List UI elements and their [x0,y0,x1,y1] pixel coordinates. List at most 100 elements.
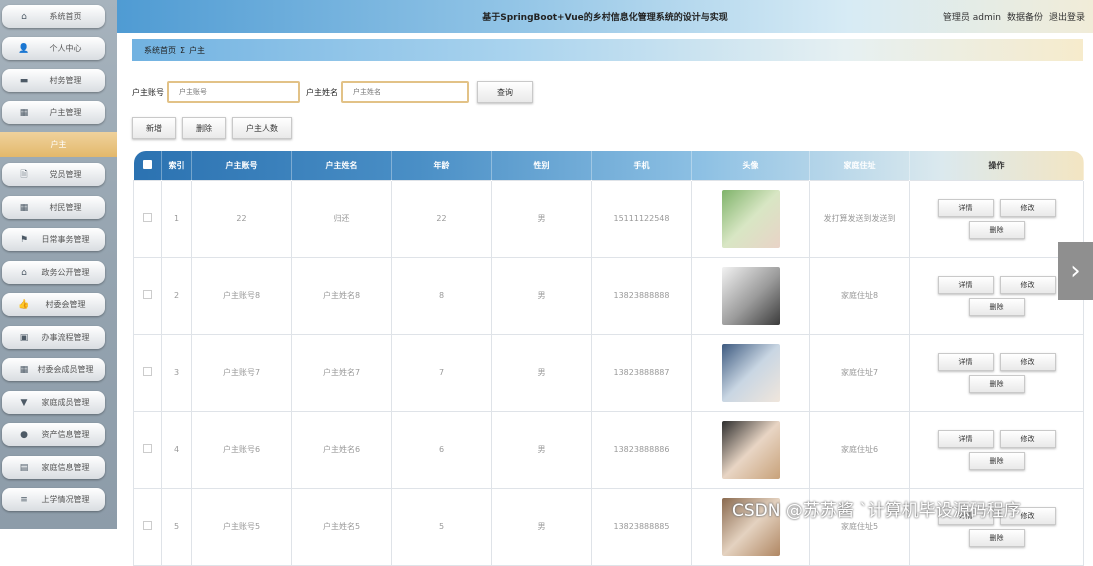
edit-button[interactable]: 修改 [999,429,1056,448]
document-icon: ▤ [19,462,29,473]
row-delete-button[interactable]: 删除 [968,528,1025,547]
logout-link[interactable]: 退出登录 [1049,10,1085,23]
sidebar-item-daily-affairs[interactable]: ⚑ 日常事务管理 [2,228,105,251]
sidebar-item-label: 政务公开管理 [41,268,90,277]
sidebar-item-label: 户主管理 [49,108,82,117]
edit-button[interactable]: 修改 [999,352,1056,371]
column-header: 操作 [909,151,1084,180]
cell-phone: 13823888886 [591,410,692,489]
sidebar-item-village-affairs[interactable]: ▬ 村务管理 [2,69,105,92]
sidebar-item-process[interactable]: ▣ 办事流程管理 [2,326,105,349]
row-checkbox[interactable] [133,333,162,412]
user-icon: 👤 [18,43,30,54]
edit-button[interactable]: 修改 [999,198,1056,217]
avatar [721,189,780,248]
sidebar-item-label: 家庭信息管理 [41,463,90,472]
data-backup-link[interactable]: 数据备份 [1007,10,1043,23]
breadcrumb-separator: Σ [180,45,186,55]
grid-icon: ▦ [19,202,29,213]
cell-name: 户主姓名6 [291,410,392,489]
cell-age: 7 [391,333,492,412]
row-checkbox[interactable] [133,487,162,566]
sidebar-item-family-members[interactable]: ▼ 家庭成员管理 [2,391,105,414]
sidebar-item-party-members[interactable]: 🗎 党员管理 [2,163,105,186]
cell-account: 户主账号5 [191,487,292,566]
cell-account: 户主账号6 [191,410,292,489]
breadcrumb: 系统首页 Σ 户主 [132,39,1083,61]
column-header: 年龄 [391,151,492,180]
cell-name: 户主姓名7 [291,333,392,412]
cell-age: 8 [391,256,492,335]
grid-icon: ▦ [19,364,29,375]
cell-account: 户主账号8 [191,256,292,335]
sidebar-item-assets[interactable]: ● 资产信息管理 [2,423,105,446]
row-checkbox[interactable] [133,410,162,489]
sidebar-item-householder[interactable]: ▦ 户主管理 [2,101,105,124]
cell-phone: 15111122548 [591,179,692,258]
sidebar-item-home[interactable]: ⌂ 系统首页 [2,5,105,28]
sidebar-item-label: 村委会成员管理 [37,365,94,374]
row-delete-button[interactable]: 删除 [968,451,1025,470]
square-icon: ▣ [19,332,29,343]
breadcrumb-home[interactable]: 系统首页 [144,45,176,56]
cell-account: 22 [191,179,292,258]
select-all-checkbox[interactable] [133,151,162,180]
account-search-label: 户主账号 [132,87,164,97]
next-page-arrow-icon[interactable]: › [1058,242,1093,300]
cell-name: 户主姓名8 [291,256,392,335]
sidebar-item-label: 家庭成员管理 [41,398,90,407]
column-header: 头像 [691,151,810,180]
column-header: 家庭住址 [809,151,910,180]
table-row: 2 户主账号8 户主姓名8 8 男 13823888888 家庭住址8 详情 修… [133,256,1084,335]
detail-button[interactable]: 详情 [937,275,994,294]
cell-index: 2 [161,256,192,335]
sidebar-item-label: 办事流程管理 [41,333,90,342]
sidebar-item-committee-members[interactable]: ▦ 村委会成员管理 [2,358,105,381]
admin-role-label: 管理员 admin [942,13,1001,23]
table-header-row: 索引 户主账号 户主姓名 年龄 性别 手机 头像 家庭住址 操作 [133,151,1084,180]
detail-button[interactable]: 详情 [937,198,994,217]
filter-icon: ▼ [20,397,28,408]
top-header: 基于SpringBoot+Vue的乡村信息化管理系统的设计与实现 管理员 adm… [117,0,1093,33]
sidebar-item-label: 党员管理 [49,170,82,179]
householder-count-button[interactable]: 户主人数 [232,117,292,139]
cell-phone: 13823888885 [591,487,692,566]
row-checkbox[interactable] [133,256,162,335]
sidebar-item-family-info[interactable]: ▤ 家庭信息管理 [2,456,105,479]
sidebar-subitem-householder[interactable]: 户主 [0,132,117,157]
edit-button[interactable]: 修改 [999,275,1056,294]
sidebar-item-village-committee[interactable]: 👍 村委会管理 [2,293,105,316]
name-search-input[interactable] [341,81,469,103]
sidebar-item-label: 上学情况管理 [41,495,90,504]
cell-address: 家庭住址8 [809,256,910,335]
sidebar-item-schooling[interactable]: ≡ 上学情况管理 [2,488,105,511]
cell-address: 家庭住址7 [809,333,910,412]
detail-button[interactable]: 详情 [937,429,994,448]
account-search-input[interactable] [167,81,300,103]
add-button[interactable]: 新增 [132,117,176,139]
row-delete-button[interactable]: 删除 [968,297,1025,316]
cell-avatar [691,256,810,335]
sidebar: ⌂ 系统首页 👤 个人中心 ▬ 村务管理 ▦ 户主管理 户主 🗎 党员管理 ▦ … [0,0,117,529]
sidebar-item-government-affairs[interactable]: ⌂ 政务公开管理 [2,261,105,284]
delete-button[interactable]: 删除 [182,117,226,139]
detail-button[interactable]: 详情 [937,352,994,371]
cell-gender: 男 [491,487,592,566]
cell-gender: 男 [491,333,592,412]
cell-index: 5 [161,487,192,566]
building-icon: ⌂ [21,267,27,278]
query-button[interactable]: 查询 [477,81,533,103]
row-delete-button[interactable]: 删除 [968,220,1025,239]
cell-operations: 详情 修改 删除 [909,410,1084,489]
cell-age: 6 [391,410,492,489]
cell-avatar [691,333,810,412]
row-checkbox[interactable] [133,179,162,258]
column-header: 户主账号 [191,151,292,180]
name-search-label: 户主姓名 [306,87,338,97]
sidebar-item-villagers[interactable]: ▦ 村民管理 [2,196,105,219]
row-delete-button[interactable]: 删除 [968,374,1025,393]
cell-account: 户主账号7 [191,333,292,412]
watermark: CSDN @苏苏酱 `计算机毕设源码程序 [732,501,1021,521]
sidebar-item-personal-center[interactable]: 👤 个人中心 [2,37,105,60]
avatar [721,343,780,402]
